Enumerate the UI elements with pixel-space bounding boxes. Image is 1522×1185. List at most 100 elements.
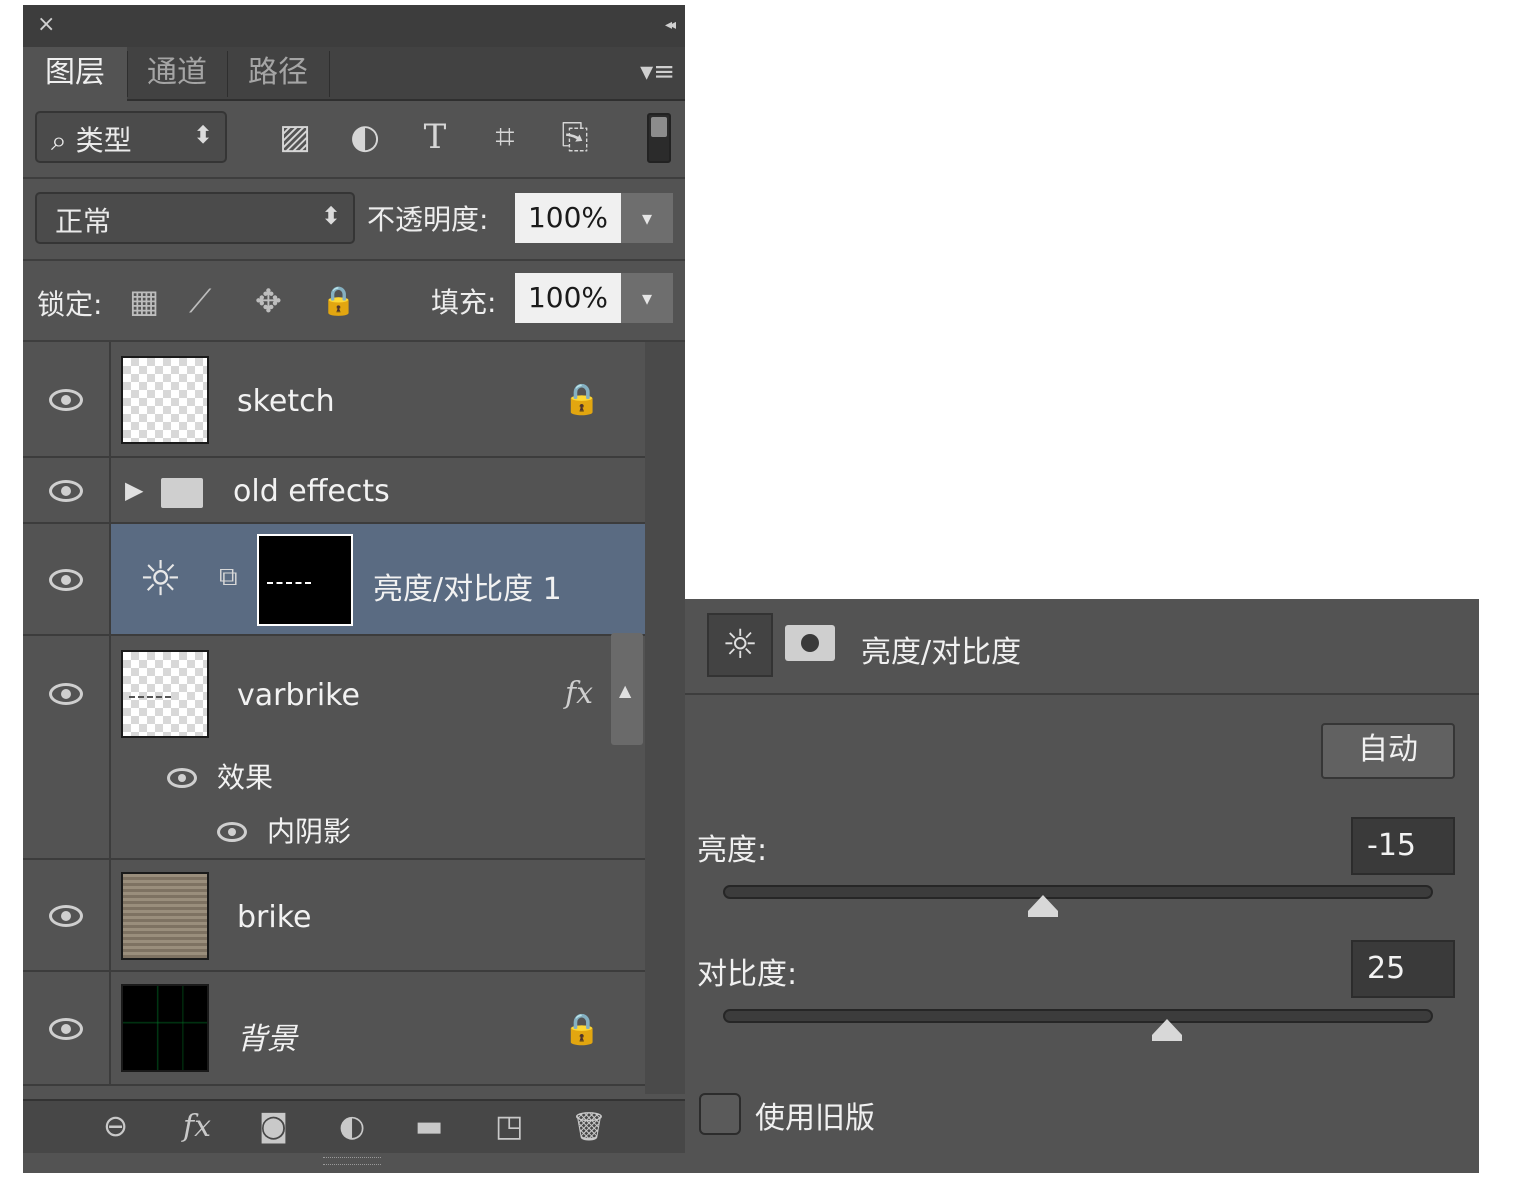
properties-title: 亮度/对比度 <box>861 635 1022 670</box>
brightness-adjustment-icon: ☼ <box>139 551 183 607</box>
panel-tab-row: 图层 通道 路径 ▾≡ <box>23 47 685 101</box>
opacity-label: 不透明度: <box>367 203 489 236</box>
brightness-adjustment-icon[interactable]: ☼ <box>707 613 773 677</box>
lock-image-pixels-icon[interactable]: ⟋ <box>189 283 211 319</box>
layer-row-background[interactable]: 背景 🔒 <box>23 972 645 1086</box>
effects-label[interactable]: 效果 <box>217 756 273 796</box>
new-group-icon[interactable]: ▬ <box>415 1109 443 1145</box>
link-layers-icon[interactable]: ⊖ <box>103 1109 128 1145</box>
layer-name[interactable]: 亮度/对比度 1 <box>373 564 562 608</box>
contrast-slider-track[interactable] <box>723 1009 1433 1023</box>
layer-row-brike[interactable]: brike <box>23 860 645 972</box>
type-filter-icon[interactable]: T <box>415 117 455 157</box>
brightness-input[interactable]: -15 <box>1351 817 1455 875</box>
layers-bottom-toolbar: ⊖ fx ◙ ◐ ▬ ◳ 🗑 <box>23 1099 685 1153</box>
lock-icon: 🔒 <box>563 382 601 417</box>
visibility-column <box>23 972 111 1084</box>
lock-transparent-pixels-icon[interactable]: ▦ <box>129 283 159 319</box>
layer-row-sketch[interactable]: sketch 🔒 <box>23 342 645 458</box>
collapse-icon[interactable]: ◂◂ <box>665 17 676 33</box>
layer-name[interactable]: 背景 <box>237 1014 297 1058</box>
opacity-input[interactable]: 100% <box>515 193 621 243</box>
mask-link-icon[interactable]: ⧉ <box>219 562 238 593</box>
eye-icon[interactable] <box>49 683 83 705</box>
scroll-up-arrow-icon[interactable]: ▲ <box>619 681 631 700</box>
dropdown-arrows-icon: ⬍ <box>320 202 341 230</box>
new-adjustment-layer-icon[interactable]: ◐ <box>339 1109 365 1145</box>
lock-all-icon[interactable]: 🔒 <box>321 283 356 319</box>
tab-layers[interactable]: 图层 <box>23 47 127 101</box>
mask-thumbnail <box>257 534 353 626</box>
smart-object-filter-icon[interactable]: ⎘ <box>555 117 595 157</box>
layers-panel: × ◂◂ 图层 通道 路径 ▾≡ ⌕ 类型 ⬍ ▨ ◐ T ⌗ ⎘ 正常 ⬍ 不… <box>23 5 685 1173</box>
new-layer-icon[interactable]: ◳ <box>495 1109 523 1145</box>
layer-thumbnail <box>121 650 209 738</box>
use-legacy-label[interactable]: 使用旧版 <box>755 1093 875 1137</box>
tab-divider <box>329 51 330 97</box>
layer-name[interactable]: sketch <box>237 384 335 419</box>
lock-position-icon[interactable]: ✥ <box>255 283 282 319</box>
close-icon[interactable]: × <box>37 13 55 37</box>
shape-filter-icon[interactable]: ⌗ <box>485 117 525 157</box>
mask-stroke <box>267 582 311 584</box>
panel-title-bar: × ◂◂ <box>23 5 685 47</box>
layer-thumbnail <box>121 984 209 1072</box>
add-layer-style-icon[interactable]: fx <box>183 1109 211 1145</box>
eye-icon[interactable] <box>49 480 83 502</box>
visibility-column <box>23 342 111 456</box>
brightness-label: 亮度: <box>697 833 768 868</box>
adjustment-filter-icon[interactable]: ◐ <box>345 117 385 157</box>
use-legacy-checkbox[interactable] <box>699 1093 741 1135</box>
eye-icon[interactable] <box>49 905 83 927</box>
blend-mode-dropdown[interactable]: 正常 ⬍ <box>35 192 355 244</box>
layer-name[interactable]: old effects <box>233 474 390 509</box>
visibility-column <box>23 636 111 858</box>
fill-dropdown-button[interactable]: ▾ <box>621 273 673 323</box>
layer-row-brightness-contrast[interactable]: ☼ ⧉ 亮度/对比度 1 <box>23 524 645 636</box>
properties-header: ☼ 亮度/对比度 <box>685 599 1479 695</box>
eye-icon[interactable] <box>49 569 83 591</box>
visibility-column <box>23 860 111 970</box>
properties-panel: ☼ 亮度/对比度 自动 亮度: -15 对比度: 25 使用旧版 <box>685 599 1479 1173</box>
lock-icon: 🔒 <box>563 1012 601 1047</box>
tab-channels[interactable]: 通道 <box>127 47 227 99</box>
mask-icon[interactable] <box>785 625 835 661</box>
folder-icon <box>161 478 203 508</box>
image-filter-icon[interactable]: ▨ <box>275 117 315 157</box>
brightness-slider-track[interactable] <box>723 885 1433 899</box>
delete-layer-icon[interactable]: 🗑 <box>571 1109 607 1145</box>
layer-name[interactable]: varbrike <box>237 678 360 713</box>
blend-mode-value: 正常 <box>55 205 112 238</box>
layer-thumbnail <box>121 872 209 960</box>
eye-icon[interactable] <box>49 389 83 411</box>
tab-paths[interactable]: 路径 <box>227 47 329 99</box>
layers-list: sketch 🔒 ▶ old effects ☼ ⧉ 亮度/对比度 1 varb… <box>23 342 645 1094</box>
auto-button[interactable]: 自动 <box>1321 723 1455 779</box>
fx-icon[interactable]: fx <box>565 676 593 711</box>
filter-toggle-switch[interactable] <box>647 113 671 163</box>
layers-scrollbar-track[interactable] <box>645 342 685 1094</box>
panel-menu-icon[interactable]: ▾≡ <box>640 57 675 87</box>
eye-icon[interactable] <box>217 822 247 842</box>
contrast-slider-thumb[interactable] <box>1151 1019 1182 1041</box>
contrast-label: 对比度: <box>697 957 798 992</box>
brightness-slider-thumb[interactable] <box>1027 895 1058 917</box>
add-mask-icon[interactable]: ◙ <box>259 1109 288 1145</box>
eye-icon[interactable] <box>49 1018 83 1040</box>
layer-row-varbrike[interactable]: varbrike fx 效果 内阴影 <box>23 636 645 860</box>
opacity-dropdown-button[interactable]: ▾ <box>621 193 673 243</box>
layer-name[interactable]: brike <box>237 900 311 935</box>
layer-row-old-effects[interactable]: ▶ old effects <box>23 458 645 524</box>
visibility-column <box>23 458 111 522</box>
eye-icon[interactable] <box>167 768 197 788</box>
contrast-input[interactable]: 25 <box>1351 940 1455 998</box>
expand-arrow-icon[interactable]: ▶ <box>125 476 143 504</box>
resize-grip[interactable] <box>323 1157 381 1165</box>
visibility-column <box>23 524 111 634</box>
dropdown-arrows-icon: ⬍ <box>192 121 213 149</box>
filter-kind-dropdown[interactable]: ⌕ 类型 ⬍ <box>35 111 227 163</box>
divider <box>23 259 685 261</box>
effect-inner-shadow-label[interactable]: 内阴影 <box>267 810 351 850</box>
filter-kind-label: ⌕ 类型 <box>51 124 132 157</box>
fill-input[interactable]: 100% <box>515 273 621 323</box>
